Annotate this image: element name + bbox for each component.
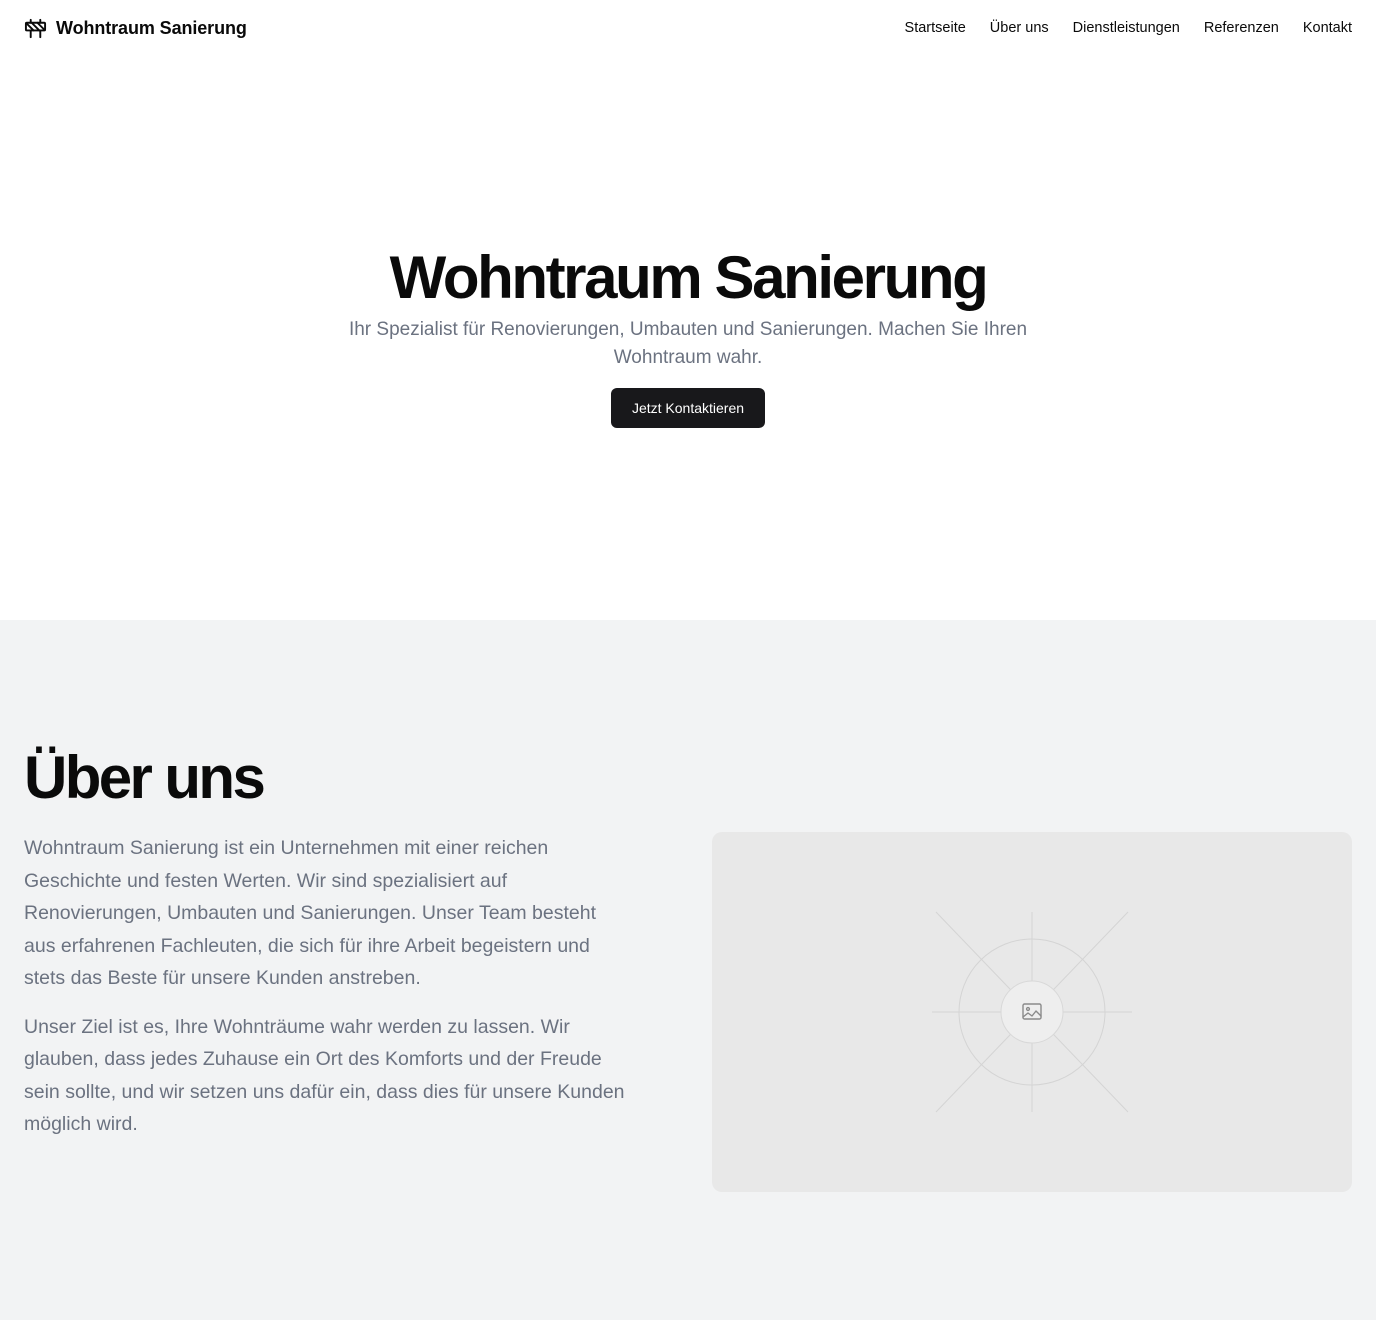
main-nav: Startseite Über uns Dienstleistungen Ref… [905,20,1352,36]
about-image-placeholder [712,832,1352,1192]
construction-barrier-icon [24,18,47,38]
placeholder-graphic [932,911,1132,1113]
contact-button[interactable]: Jetzt Kontaktieren [611,388,765,428]
about-text: Wohntraum Sanierung ist ein Unternehmen … [24,832,632,1141]
about-title: Über uns [24,744,266,811]
brand-link[interactable]: Wohntraum Sanierung [24,17,247,40]
about-paragraph-2: Unser Ziel ist es, Ihre Wohnträume wahr … [24,1015,625,1136]
nav-link-referenzen[interactable]: Referenzen [1204,20,1279,36]
nav-link-kontakt[interactable]: Kontakt [1303,20,1352,36]
about-section: Über uns Wohntraum Sanierung ist ein Unt… [0,620,1376,1320]
about-paragraph-1: Wohntraum Sanierung ist ein Unternehmen … [24,837,597,989]
hero-subtitle: Ihr Spezialist für Renovierungen, Umbaut… [348,319,1028,368]
hero-section: Wohntraum Sanierung Ihr Spezialist für R… [0,56,1376,620]
nav-link-dienstleistungen[interactable]: Dienstleistungen [1073,20,1180,36]
hero-title: Wohntraum Sanierung [389,244,989,311]
site-header: Wohntraum Sanierung Startseite Über uns … [0,0,1376,56]
nav-link-ueber-uns[interactable]: Über uns [990,20,1049,36]
brand-name: Wohntraum Sanierung [56,17,247,38]
nav-link-startseite[interactable]: Startseite [905,20,966,36]
